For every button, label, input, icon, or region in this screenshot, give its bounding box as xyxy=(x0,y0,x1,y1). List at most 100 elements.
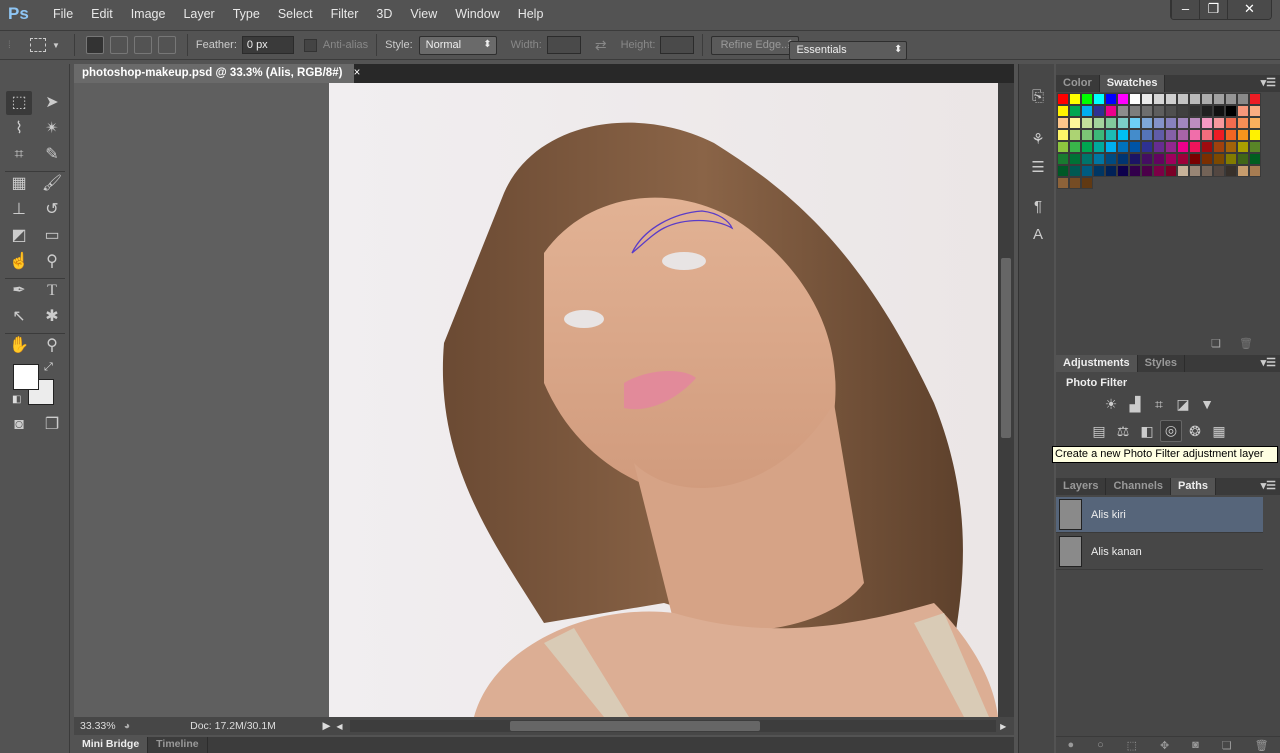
pen-tool[interactable]: ✒ xyxy=(6,279,32,303)
swatch[interactable] xyxy=(1189,165,1201,177)
swatch[interactable] xyxy=(1249,105,1261,117)
swatch[interactable] xyxy=(1057,153,1069,165)
swatch[interactable] xyxy=(1129,165,1141,177)
move-tool[interactable]: ➤ xyxy=(39,91,65,115)
workspace-select[interactable]: Essentials xyxy=(789,40,908,60)
eraser-tool[interactable]: ◩ xyxy=(6,224,32,248)
swatch[interactable] xyxy=(1249,117,1261,129)
swatch[interactable] xyxy=(1117,141,1129,153)
swatch[interactable] xyxy=(1093,165,1105,177)
swatch[interactable] xyxy=(1093,93,1105,105)
stroke-path-icon[interactable]: ○ xyxy=(1097,739,1104,751)
swatch[interactable] xyxy=(1069,153,1081,165)
delete-path-icon[interactable]: 🗑 xyxy=(1255,739,1269,752)
swatch[interactable] xyxy=(1225,153,1237,165)
swatch[interactable] xyxy=(1201,93,1213,105)
tab-adjustments[interactable]: Adjustments xyxy=(1056,355,1138,372)
swatch[interactable] xyxy=(1117,93,1129,105)
style-select[interactable]: Normal xyxy=(418,35,497,55)
panel-menu-icon[interactable]: ▾☰ xyxy=(1261,479,1276,492)
swatch[interactable] xyxy=(1105,153,1117,165)
swatch[interactable] xyxy=(1069,165,1081,177)
swatch[interactable] xyxy=(1129,141,1141,153)
path-item-alis-kiri[interactable]: Alis kiri xyxy=(1056,497,1263,533)
swatch[interactable] xyxy=(1057,93,1069,105)
swatch[interactable] xyxy=(1165,153,1177,165)
swatch[interactable] xyxy=(1093,105,1105,117)
swatch[interactable] xyxy=(1237,153,1249,165)
intersect-selection-icon[interactable] xyxy=(157,36,176,54)
magic-wand-tool[interactable]: ✴ xyxy=(39,117,65,141)
swatch[interactable] xyxy=(1165,117,1177,129)
menu-3d[interactable]: 3D xyxy=(367,7,401,21)
swatch[interactable] xyxy=(1177,117,1189,129)
swatch[interactable] xyxy=(1177,105,1189,117)
blur-tool[interactable]: ☝ xyxy=(6,250,32,274)
swatch[interactable] xyxy=(1117,165,1129,177)
swatch[interactable] xyxy=(1057,129,1069,141)
black-white-icon[interactable]: ◧ xyxy=(1138,422,1156,440)
swatch[interactable] xyxy=(1165,105,1177,117)
horizontal-scrollbar[interactable] xyxy=(350,720,997,732)
refine-edge-button[interactable]: Refine Edge... xyxy=(711,35,800,55)
swatch[interactable] xyxy=(1069,117,1081,129)
scroll-right-icon[interactable]: ▶ xyxy=(1000,722,1014,731)
brush-tool[interactable]: 🖌 xyxy=(39,172,65,196)
add-mask-icon[interactable]: ◙ xyxy=(1192,739,1199,751)
tab-paths[interactable]: Paths xyxy=(1171,478,1216,495)
swatch[interactable] xyxy=(1177,165,1189,177)
marquee-preset-icon[interactable] xyxy=(30,38,46,52)
photo-canvas[interactable] xyxy=(74,83,998,717)
swatch[interactable] xyxy=(1213,165,1225,177)
swatch[interactable] xyxy=(1201,141,1213,153)
swatch[interactable] xyxy=(1081,165,1093,177)
swatch[interactable] xyxy=(1189,141,1201,153)
color-lookup-icon[interactable]: ▦ xyxy=(1210,422,1228,440)
make-work-path-icon[interactable]: ✥ xyxy=(1160,739,1169,752)
swatch[interactable] xyxy=(1117,117,1129,129)
swatch[interactable] xyxy=(1153,93,1165,105)
swatch[interactable] xyxy=(1189,93,1201,105)
swatch[interactable] xyxy=(1153,117,1165,129)
menu-view[interactable]: View xyxy=(401,7,446,21)
swatch[interactable] xyxy=(1237,117,1249,129)
type-tool[interactable]: T xyxy=(39,279,65,303)
menu-layer[interactable]: Layer xyxy=(174,7,223,21)
swatch[interactable] xyxy=(1105,141,1117,153)
dodge-tool[interactable]: ⚲ xyxy=(39,250,65,274)
swatch[interactable] xyxy=(1177,153,1189,165)
paragraph-icon[interactable]: ¶ xyxy=(1027,198,1049,220)
swatch[interactable] xyxy=(1237,165,1249,177)
document-tab[interactable]: photoshop-makeup.psd @ 33.3% (Alis, RGB/… xyxy=(74,64,360,83)
swatch[interactable] xyxy=(1201,117,1213,129)
width-input[interactable] xyxy=(546,36,581,54)
swatch[interactable] xyxy=(1201,153,1213,165)
close-button[interactable]: ✕ xyxy=(1227,0,1271,19)
panel-menu-icon[interactable]: ▾☰ xyxy=(1261,76,1276,89)
swatch[interactable] xyxy=(1057,141,1069,153)
panel-menu-icon[interactable]: ▾☰ xyxy=(1261,356,1276,369)
gradient-tool[interactable]: ▭ xyxy=(39,224,65,248)
swatch[interactable] xyxy=(1081,177,1093,189)
swatch[interactable] xyxy=(1117,129,1129,141)
swatch[interactable] xyxy=(1069,93,1081,105)
swatch[interactable] xyxy=(1129,117,1141,129)
clone-stamp-tool[interactable]: ⊥ xyxy=(6,198,32,222)
tab-channels[interactable]: Channels xyxy=(1106,478,1171,495)
delete-swatch-icon[interactable]: 🗑 xyxy=(1239,337,1253,350)
swatch[interactable] xyxy=(1141,165,1153,177)
swatch[interactable] xyxy=(1249,93,1261,105)
tab-swatches[interactable]: Swatches xyxy=(1099,75,1166,92)
menu-filter[interactable]: Filter xyxy=(322,7,368,21)
swatch[interactable] xyxy=(1153,141,1165,153)
swatch[interactable] xyxy=(1237,93,1249,105)
swatch[interactable] xyxy=(1093,141,1105,153)
swatch[interactable] xyxy=(1141,117,1153,129)
swatch[interactable] xyxy=(1081,105,1093,117)
swatch[interactable] xyxy=(1249,129,1261,141)
screen-mode-icon[interactable]: ❐ xyxy=(39,413,65,437)
color-balance-icon[interactable]: ⚖ xyxy=(1114,422,1132,440)
swap-colors-icon[interactable]: ⤢ xyxy=(44,361,53,374)
tab-mini-bridge[interactable]: Mini Bridge xyxy=(74,737,149,753)
history-icon[interactable]: ⎘ xyxy=(1027,88,1049,110)
